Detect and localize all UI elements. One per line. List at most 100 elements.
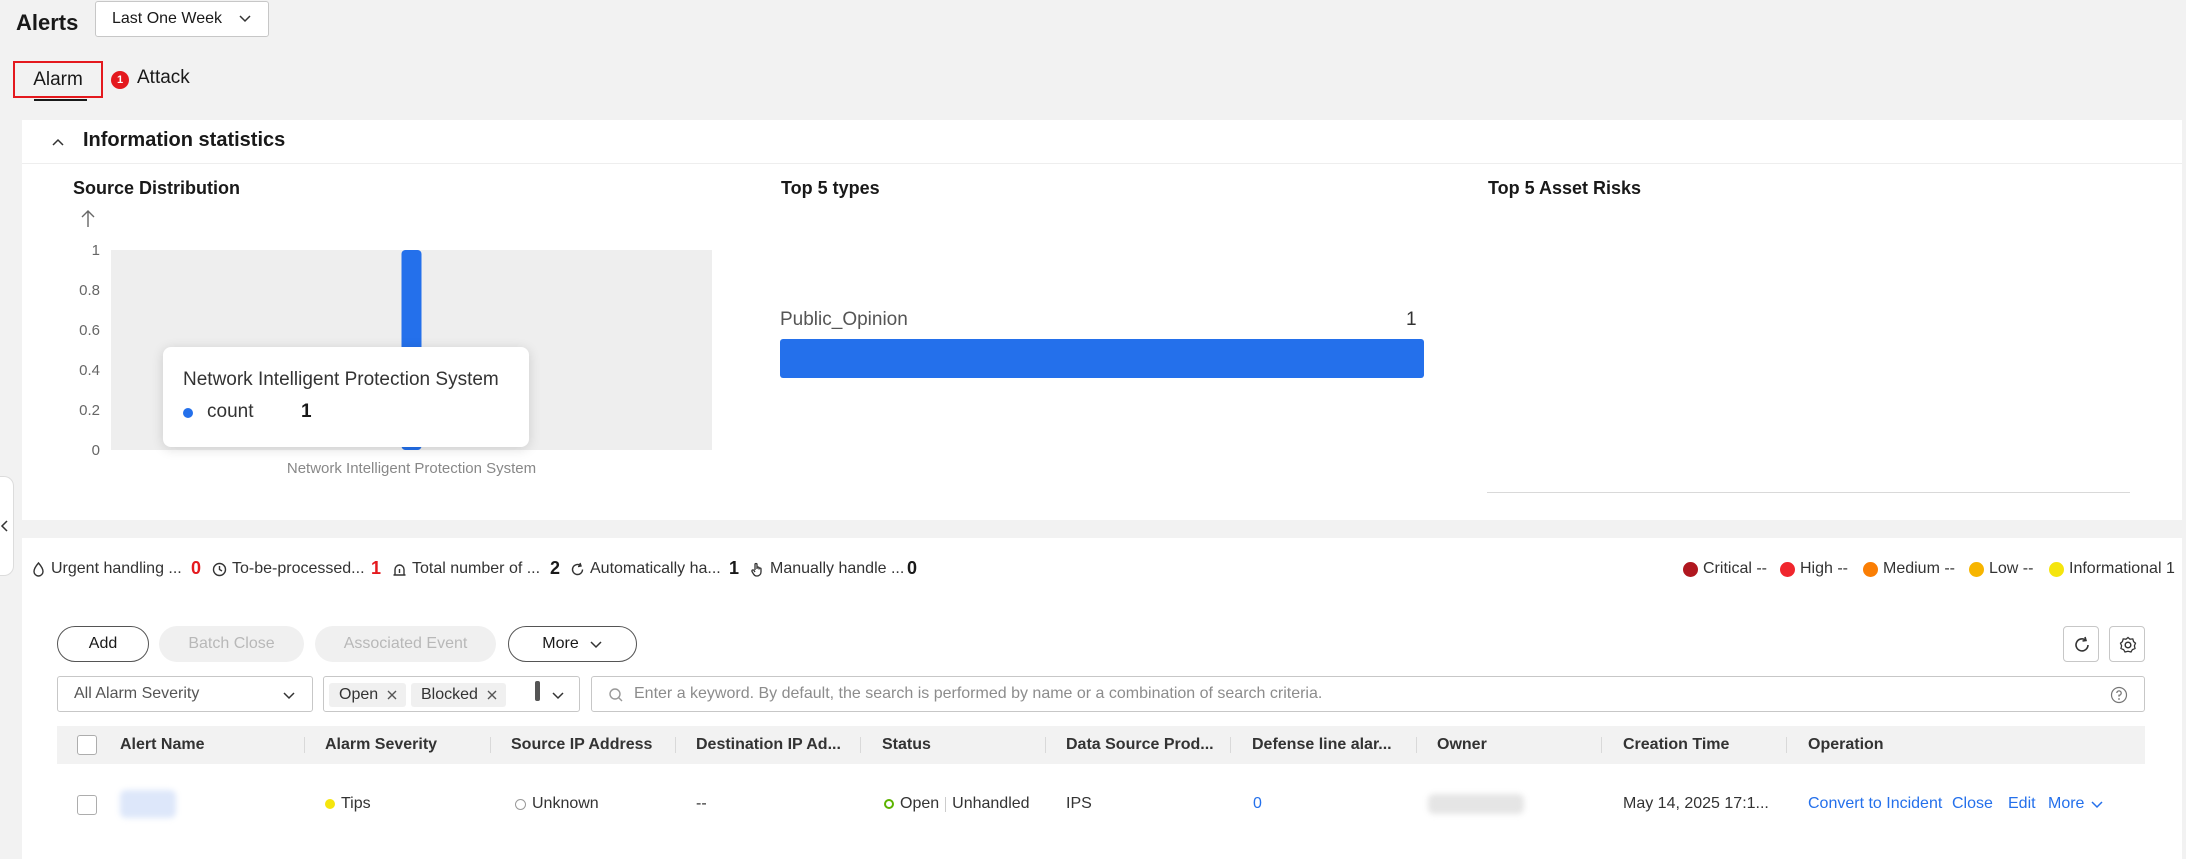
status-chip-blocked[interactable]: Blocked — [411, 683, 506, 707]
column-header[interactable]: Alert Name — [120, 736, 204, 754]
column-divider[interactable] — [675, 737, 676, 753]
asset-risks-axis — [1487, 492, 2130, 493]
column-divider[interactable] — [1786, 737, 1787, 753]
stat-urgent[interactable]: Urgent handling ... — [30, 560, 182, 578]
urgent-icon — [33, 561, 44, 577]
status-cell: Open Unhandled — [884, 795, 1030, 813]
status-divider — [945, 796, 947, 812]
tooltip-title: Network Intelligent Protection System — [183, 369, 499, 390]
info-statistics-title: Information statistics — [83, 129, 286, 151]
refresh-icon — [571, 562, 584, 575]
row-more-label: More — [2048, 795, 2085, 812]
source-ip-cell: Unknown — [515, 795, 599, 813]
column-divider[interactable] — [1045, 737, 1046, 753]
column-divider[interactable] — [490, 737, 491, 753]
more-button-label: More — [542, 635, 579, 652]
clock-icon — [212, 562, 227, 576]
source-ip-value: Unknown — [532, 795, 599, 812]
column-header[interactable]: Data Source Prod... — [1066, 736, 1214, 754]
refresh-button[interactable] — [2063, 626, 2099, 662]
column-header[interactable]: Operation — [1808, 736, 1884, 754]
column-divider[interactable] — [304, 737, 305, 753]
severity-legend-high: High -- — [1780, 560, 1848, 578]
tab-alarm[interactable]: Alarm — [13, 61, 103, 98]
stat-to-be-processed[interactable]: To-be-processed... — [211, 560, 365, 578]
tab-attack[interactable]: Attack — [137, 67, 190, 89]
owner-cell — [1428, 794, 1524, 814]
severity-legend-critical: Critical -- — [1683, 560, 1767, 578]
row-checkbox[interactable] — [77, 795, 97, 815]
column-header[interactable]: Destination IP Ad... — [696, 736, 841, 754]
close-icon[interactable] — [486, 689, 498, 701]
search-icon — [609, 688, 623, 702]
column-header[interactable]: Alarm Severity — [325, 736, 437, 754]
chevron-down-icon — [590, 641, 602, 649]
close-link[interactable]: Close — [1952, 795, 1993, 813]
page-title: Alerts — [16, 10, 79, 35]
severity-dot — [1780, 561, 1795, 577]
tooltip-series-label: count — [207, 401, 254, 422]
stat-manual-handled[interactable]: Manually handle ... — [749, 560, 904, 578]
convert-to-incident-link[interactable]: Convert to Incident — [1808, 795, 1942, 813]
batch-close-button[interactable]: Batch Close — [159, 626, 304, 662]
status-multiselect[interactable]: Open Blocked — [323, 676, 580, 712]
severity-dot — [1969, 561, 1984, 577]
row-more-link[interactable]: More — [2048, 795, 2104, 813]
defense-line-link[interactable]: 0 — [1253, 795, 1262, 813]
chevron-down-icon — [283, 692, 295, 700]
column-divider[interactable] — [1601, 737, 1602, 753]
associated-event-button[interactable]: Associated Event — [315, 626, 496, 662]
close-icon[interactable] — [386, 689, 398, 701]
settings-button[interactable] — [2109, 626, 2145, 662]
tooltip-series-dot — [183, 408, 193, 418]
hand-icon — [751, 562, 762, 577]
edit-link[interactable]: Edit — [2008, 795, 2036, 813]
stat-manual-handled-label: Manually handle ... — [770, 560, 905, 577]
chart-tooltip: Network Intelligent Protection System co… — [163, 347, 529, 447]
severity-label: Informational 1 — [2069, 560, 2175, 577]
alarm-bell-icon — [393, 563, 406, 576]
severity-legend-medium: Medium -- — [1863, 560, 1955, 578]
search-box[interactable] — [591, 676, 2145, 712]
chevron-down-icon — [2091, 801, 2103, 809]
stat-total-label: Total number of ... — [412, 560, 541, 577]
stat-total[interactable]: Total number of ... — [391, 560, 540, 578]
more-button[interactable]: More — [508, 626, 637, 662]
help-icon[interactable] — [2110, 686, 2128, 704]
stat-auto-handled[interactable]: Automatically ha... — [569, 560, 721, 578]
column-header[interactable]: Creation Time — [1623, 736, 1729, 754]
column-header[interactable]: Status — [882, 736, 931, 754]
column-divider[interactable] — [1416, 737, 1417, 753]
stat-to-be-processed-value: 1 — [371, 558, 382, 578]
type-item-bar — [780, 339, 1424, 378]
search-input[interactable] — [634, 679, 2094, 709]
column-header[interactable]: Defense line alar... — [1252, 736, 1392, 754]
alarm-severity-value: All Alarm Severity — [74, 685, 200, 702]
column-divider[interactable] — [860, 737, 861, 753]
add-button[interactable]: Add — [57, 626, 149, 662]
status-chip-label: Blocked — [421, 686, 478, 703]
severity-label: Critical -- — [1703, 560, 1767, 577]
severity-label: High -- — [1800, 560, 1849, 577]
alarm-severity-select[interactable]: All Alarm Severity — [57, 676, 313, 712]
tab-alarm-label: Alarm — [33, 68, 83, 90]
time-range-select[interactable]: Last One Week — [95, 1, 269, 37]
alert-name-link[interactable] — [120, 790, 176, 818]
severity-legend-low: Low -- — [1969, 560, 2033, 578]
y-tick-label: 0.6 — [79, 322, 100, 339]
column-header[interactable]: Owner — [1437, 736, 1487, 754]
stat-to-be-processed-label: To-be-processed... — [232, 560, 365, 577]
select-all-checkbox[interactable] — [77, 735, 97, 755]
column-header[interactable]: Source IP Address — [511, 736, 652, 754]
severity-legend-informational: Informational 1 — [2049, 560, 2175, 578]
chevron-up-icon[interactable] — [50, 134, 66, 150]
column-divider[interactable] — [1230, 737, 1231, 753]
chevron-down-icon — [239, 15, 251, 23]
y-tick-label: 0 — [92, 442, 100, 459]
status-open-icon — [884, 799, 894, 809]
status-chip-open[interactable]: Open — [329, 683, 407, 707]
scrollbar-thumb[interactable] — [535, 681, 540, 701]
side-collapse-handle[interactable] — [0, 476, 14, 576]
unknown-status-icon — [515, 798, 526, 810]
tab-attack-badge: 1 — [111, 71, 129, 89]
